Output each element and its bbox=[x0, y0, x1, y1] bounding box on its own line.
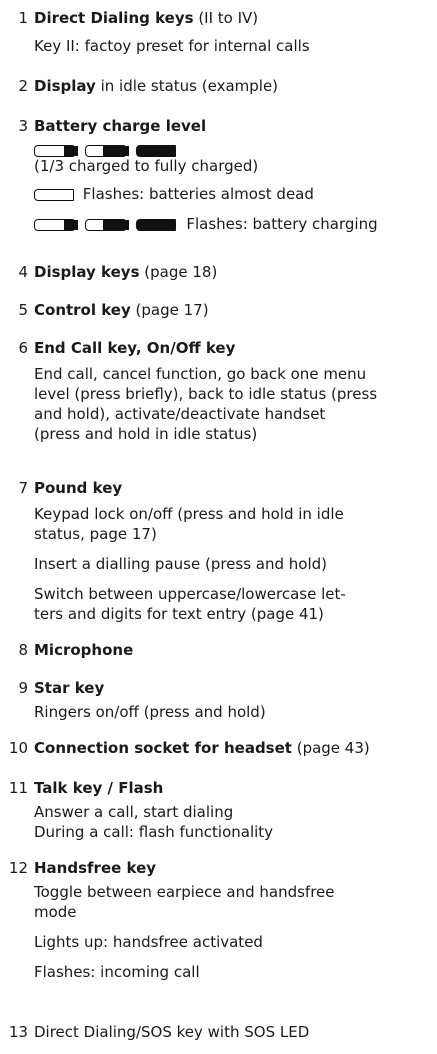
battery-charging-text: Flashes: battery charging bbox=[186, 215, 378, 233]
item-description-line: End call, cancel function, go back one m… bbox=[34, 365, 367, 383]
item-title: Battery charge level bbox=[34, 117, 207, 135]
legend-item-6: 6 End Call key, On/Off key End call, canc… bbox=[0, 338, 437, 444]
legend-item-8: 8 Microphone bbox=[0, 640, 437, 660]
item-title: End Call key, On/Off key bbox=[34, 339, 236, 357]
item-number: 7 bbox=[18, 479, 28, 497]
battery-empty-icon bbox=[34, 188, 78, 201]
item-description-line: mode bbox=[34, 903, 77, 921]
item-title: Microphone bbox=[34, 641, 134, 659]
item-number: 12 bbox=[8, 859, 28, 877]
item-number: 2 bbox=[18, 77, 28, 95]
item-description-line: During a call: flash functionality bbox=[34, 823, 274, 841]
legend-item-9: 9 Star key Ringers on/off (press and hold… bbox=[0, 678, 437, 722]
legend-item-3: 3 Battery charge level (1/3 charged to fu… bbox=[0, 116, 437, 234]
item-title-rest: (page 18) bbox=[139, 263, 218, 281]
item-description-line: ters and digits for text entry (page 41) bbox=[34, 605, 324, 623]
item-number: 9 bbox=[18, 679, 28, 697]
battery-full-icon bbox=[135, 218, 182, 231]
legend-item-11: 11 Talk key / Flash Answer a call, start … bbox=[0, 778, 437, 842]
legend-item-13: 13 Direct Dialing/SOS key with SOS LED bbox=[0, 1022, 437, 1042]
item-description-line: Toggle between earpiece and handsfree bbox=[34, 883, 335, 901]
battery-third-icon bbox=[34, 144, 78, 157]
item-title: Direct Dialing keys bbox=[34, 9, 194, 27]
legend-item-4: 4 Display keys (page 18) bbox=[0, 262, 437, 282]
item-number: 10 bbox=[8, 739, 28, 757]
item-number: 6 bbox=[18, 339, 28, 357]
battery-two-thirds-icon bbox=[84, 144, 129, 157]
item-title-rest: Direct Dialing/SOS key with SOS LED bbox=[34, 1023, 310, 1041]
item-description-line: Insert a dialling pause (press and hold) bbox=[34, 555, 328, 573]
item-title-rest: in idle status (example) bbox=[95, 77, 279, 95]
item-number: 1 bbox=[18, 9, 28, 27]
item-title: Display bbox=[34, 77, 96, 95]
item-number: 3 bbox=[18, 117, 28, 135]
item-description-line: Keypad lock on/off (press and hold in id… bbox=[34, 505, 344, 523]
item-title: Pound key bbox=[34, 479, 123, 497]
battery-dead-row: Flashes: batteries almost dead bbox=[0, 184, 437, 204]
battery-full-icon bbox=[135, 144, 178, 157]
battery-third-icon bbox=[34, 218, 78, 231]
item-number: 5 bbox=[18, 301, 28, 319]
legend-item-12: 12 Handsfree key Toggle between earpiece … bbox=[0, 858, 437, 982]
item-description: Ringers on/off (press and hold) bbox=[34, 703, 266, 721]
item-description-line: Lights up: handsfree activated bbox=[34, 933, 263, 951]
item-description-line: Switch between uppercase/lowercase let- bbox=[34, 585, 346, 603]
item-title-rest: (II to IV) bbox=[193, 9, 259, 27]
legend-item-10: 10 Connection socket for headset (page 43… bbox=[0, 738, 437, 758]
item-description: Key II: factoy preset for internal calls bbox=[34, 37, 310, 55]
legend-item-7: 7 Pound key Keypad lock on/off (press and… bbox=[0, 478, 437, 624]
legend-item-5: 5 Control key (page 17) bbox=[0, 300, 437, 320]
item-title: Control key bbox=[34, 301, 131, 319]
battery-level-row bbox=[0, 140, 437, 157]
legend-item-2: 2 Display in idle status (example) bbox=[0, 76, 437, 96]
item-number: 13 bbox=[8, 1023, 28, 1041]
battery-charging-row: Flashes: battery charging bbox=[0, 214, 437, 234]
item-title: Display keys bbox=[34, 263, 140, 281]
manual-page: 1 Direct Dialing keys (II to IV) Key II: … bbox=[0, 0, 437, 1054]
item-title: Connection socket for headset bbox=[34, 739, 292, 757]
item-number: 4 bbox=[18, 263, 28, 281]
item-title-rest: (page 43) bbox=[291, 739, 370, 757]
item-description-line: and hold), activate/deactivate handset bbox=[34, 405, 326, 423]
battery-dead-text: Flashes: batteries almost dead bbox=[82, 185, 314, 203]
item-title: Star key bbox=[34, 679, 105, 697]
item-description-line: Answer a call, start dialing bbox=[34, 803, 234, 821]
item-title-rest: (page 17) bbox=[130, 301, 209, 319]
item-number: 8 bbox=[18, 641, 28, 659]
item-title: Talk key / Flash bbox=[34, 779, 164, 797]
battery-two-thirds-icon bbox=[84, 218, 129, 231]
legend-item-1: 1 Direct Dialing keys (II to IV) Key II: … bbox=[0, 8, 437, 56]
item-description-line: (press and hold in idle status) bbox=[34, 425, 258, 443]
item-description-line: status, page 17) bbox=[34, 525, 157, 543]
item-description-line: Flashes: incoming call bbox=[34, 963, 200, 981]
item-description-line: level (press briefly), back to idle stat… bbox=[34, 385, 378, 403]
item-number: 11 bbox=[8, 779, 28, 797]
item-title: Handsfree key bbox=[34, 859, 157, 877]
battery-caption: (1/3 charged to fully charged) bbox=[34, 157, 259, 175]
